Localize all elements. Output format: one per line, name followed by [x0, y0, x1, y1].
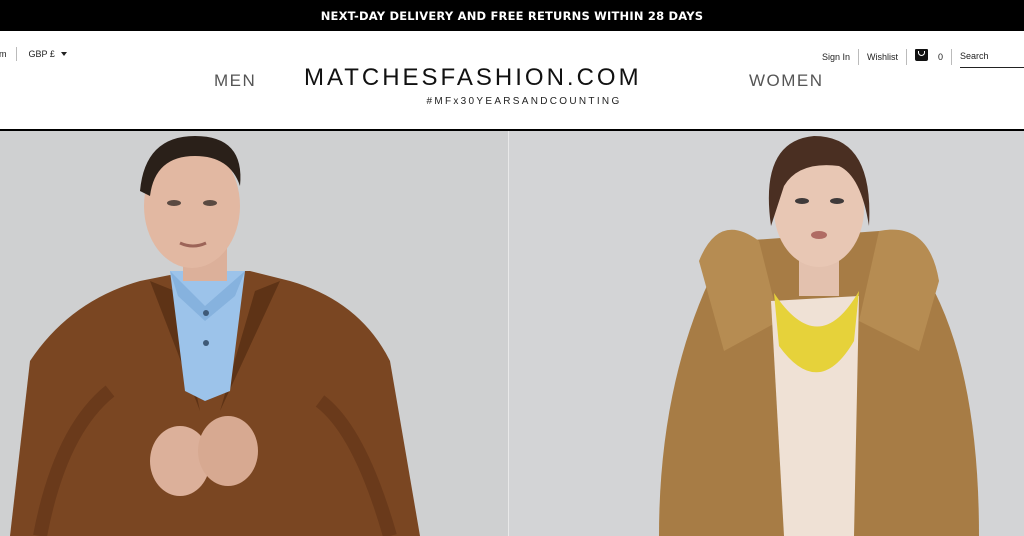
nav-women[interactable]: WOMEN — [749, 71, 824, 91]
bag-count: 0 — [937, 51, 943, 62]
site-logo[interactable]: MATCHESFASHION.COM — [304, 64, 714, 92]
currency-selector[interactable]: GBP £ — [17, 47, 67, 61]
womenswear-hero-image[interactable] — [509, 131, 1024, 536]
chevron-down-icon — [60, 52, 67, 56]
model-women-illustration — [509, 131, 1024, 536]
divider — [905, 48, 907, 65]
campaign-hashtag: #MFx30YEARSANDCOUNTING — [426, 96, 622, 107]
nav-men[interactable]: MEN — [214, 71, 256, 91]
sign-in-link[interactable]: Sign In — [822, 50, 850, 64]
divider — [951, 48, 952, 65]
menswear-hero-image[interactable] — [0, 131, 509, 536]
account-utilities: Sign In Wishlist 0 Search — [822, 45, 1024, 68]
wishlist-link[interactable]: Wishlist — [867, 50, 898, 64]
model-men-illustration — [0, 131, 509, 536]
currency-label: GBP £ — [28, 49, 55, 59]
shopping-bag-button[interactable]: 0 — [914, 48, 943, 62]
promo-text: NEXT-DAY DELIVERY AND FREE RETURNS WITHI… — [320, 8, 704, 23]
shopping-bag-icon — [914, 48, 928, 61]
site-header: om GBP £ Sign In Wishlist 0 Search MEN M… — [0, 31, 1024, 129]
divider — [857, 48, 859, 65]
country-selector[interactable]: om — [0, 47, 17, 61]
search-input[interactable]: Search — [960, 49, 1024, 68]
locale-selector: om GBP £ — [0, 47, 67, 61]
promo-banner[interactable]: NEXT-DAY DELIVERY AND FREE RETURNS WITHI… — [0, 0, 1024, 31]
